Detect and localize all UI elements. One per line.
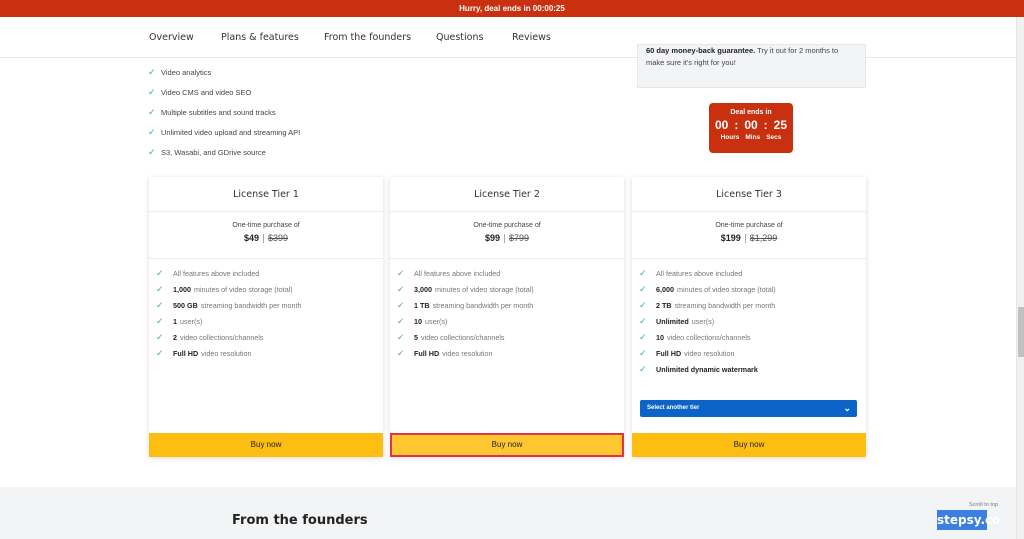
price-now: $99 <box>484 233 500 243</box>
page-scrollbar[interactable] <box>1016 17 1024 539</box>
price-box: One-time purchase of $49 $399 <box>149 212 383 259</box>
check-icon: ✓ <box>148 146 156 157</box>
check-icon: ✓ <box>156 299 164 310</box>
list-item: ✓ Unlimited user(s) <box>639 315 715 326</box>
nav-from-founders[interactable]: From the founders <box>324 32 411 43</box>
check-icon: ✓ <box>148 126 156 137</box>
feature-item: ✓ S3, Wasabi, and GDrive source <box>148 146 266 157</box>
buy-now-button[interactable]: Buy now <box>390 433 624 457</box>
list-item: ✓ 500 GB streaming bandwidth per month <box>156 299 302 310</box>
check-icon: ✓ <box>639 331 647 342</box>
list-item: ✓ 1,000 minutes of video storage (total) <box>156 283 293 294</box>
chevron-down-icon: ⌄ <box>843 403 851 413</box>
nav-questions[interactable]: Questions <box>436 32 483 43</box>
tier-title: License Tier 1 <box>149 177 383 212</box>
check-icon: ✓ <box>148 66 156 77</box>
feature-item: ✓ Video analytics <box>148 66 212 77</box>
list-item: ✓ All features above included <box>156 267 260 278</box>
feature-item: ✓ Video CMS and video SEO <box>148 86 252 97</box>
list-item: ✓ All features above included <box>397 267 501 278</box>
check-icon: ✓ <box>156 331 164 342</box>
nav-reviews[interactable]: Reviews <box>512 32 551 43</box>
scroll-to-top-link[interactable]: Scroll to top <box>969 502 998 508</box>
tier-title: License Tier 3 <box>632 177 866 212</box>
check-icon: ✓ <box>148 86 156 97</box>
check-icon: ✓ <box>397 315 405 326</box>
nav-overview[interactable]: Overview <box>149 32 194 43</box>
check-icon: ✓ <box>156 315 164 326</box>
tier-card-1: License Tier 1 One-time purchase of $49 $… <box>149 177 383 457</box>
select-tier-dropdown[interactable]: Select another tier ⌄ <box>640 400 857 417</box>
check-icon: ✓ <box>397 299 405 310</box>
feature-item: ✓ Multiple subtitles and sound tracks <box>148 106 276 117</box>
check-icon: ✓ <box>639 363 647 374</box>
price-now: $49 <box>243 233 259 243</box>
timer-secs: 25 <box>773 118 788 132</box>
deal-countdown-banner: Hurry, deal ends in 00:00:25 <box>0 0 1024 17</box>
guarantee-bold: 60 day money-back guarantee. <box>646 46 756 55</box>
money-back-guarantee: 60 day money-back guarantee. Try it out … <box>637 44 866 88</box>
list-item: ✓ 1 TB streaming bandwidth per month <box>397 299 534 310</box>
check-icon: ✓ <box>397 347 405 358</box>
deal-timer-title: Deal ends in <box>730 109 772 116</box>
list-item: ✓ 10 user(s) <box>397 315 448 326</box>
price-old: $1,299 <box>749 233 778 243</box>
check-icon: ✓ <box>639 283 647 294</box>
stepsy-watermark: stepsy.co <box>937 510 1000 530</box>
list-item: ✓ 10 video collections/channels <box>639 331 751 342</box>
check-icon: ✓ <box>639 347 647 358</box>
tier-card-2: License Tier 2 One-time purchase of $99 $… <box>390 177 624 457</box>
check-icon: ✓ <box>397 267 405 278</box>
founders-section <box>0 487 1016 539</box>
timer-mins: 00 <box>744 118 758 132</box>
feature-item: ✓ Unlimited video upload and streaming AP… <box>148 126 301 137</box>
price-old: $399 <box>268 233 289 243</box>
price-box: One-time purchase of $99 $799 <box>390 212 624 259</box>
list-item: ✓ Full HD video resolution <box>397 347 493 358</box>
list-item: ✓ 6,000 minutes of video storage (total) <box>639 283 776 294</box>
scrollbar-thumb[interactable] <box>1018 307 1024 357</box>
founders-heading: From the founders <box>232 513 368 528</box>
nav-plans-features[interactable]: Plans & features <box>221 32 299 43</box>
list-item: ✓ Full HD video resolution <box>156 347 252 358</box>
buy-now-button[interactable]: Buy now <box>632 433 866 457</box>
tier-title: License Tier 2 <box>390 177 624 212</box>
list-item: ✓ 2 TB streaming bandwidth per month <box>639 299 776 310</box>
check-icon: ✓ <box>156 283 164 294</box>
deal-timer: Deal ends in 00 : 00 : 25 Hours Mins Sec… <box>709 103 793 153</box>
check-icon: ✓ <box>397 283 405 294</box>
check-icon: ✓ <box>397 331 405 342</box>
price-box: One-time purchase of $199 $1,299 <box>632 212 866 259</box>
check-icon: ✓ <box>639 315 647 326</box>
price-old: $799 <box>509 233 530 243</box>
check-icon: ✓ <box>156 267 164 278</box>
list-item: ✓ 2 video collections/channels <box>156 331 264 342</box>
list-item: ✓ 5 video collections/channels <box>397 331 505 342</box>
list-item: ✓ All features above included <box>639 267 743 278</box>
tier-card-3: License Tier 3 One-time purchase of $199… <box>632 177 866 457</box>
list-item: ✓ Unlimited dynamic watermark <box>639 363 758 374</box>
list-item: ✓ 3,000 minutes of video storage (total) <box>397 283 534 294</box>
check-icon: ✓ <box>639 267 647 278</box>
list-item: ✓ 1 user(s) <box>156 315 203 326</box>
check-icon: ✓ <box>156 347 164 358</box>
check-icon: ✓ <box>639 299 647 310</box>
buy-now-button[interactable]: Buy now <box>149 433 383 457</box>
check-icon: ✓ <box>148 106 156 117</box>
feature-list: ✓ Video analytics ✓ Video CMS and video SE… <box>148 62 300 162</box>
price-now: $199 <box>720 233 741 243</box>
timer-hours: 00 <box>714 118 729 132</box>
list-item: ✓ Full HD video resolution <box>639 347 735 358</box>
